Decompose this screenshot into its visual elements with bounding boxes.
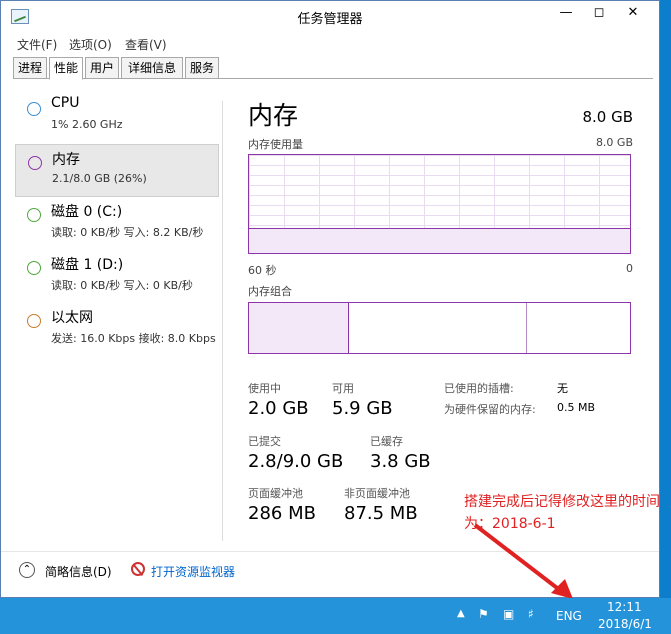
desktop-background — [660, 0, 671, 598]
hardware-reserved-value: 0.5 MB — [557, 401, 596, 414]
memory-composition-bar — [248, 302, 631, 354]
task-manager-window: 任务管理器 — ◻ ✕ 文件(F) 选项(O) 查看(V) 进程 性能 用户 详… — [0, 0, 660, 599]
memory-title: 内存 — [248, 101, 299, 130]
minimize-button[interactable]: — — [548, 2, 584, 26]
screen: 任务管理器 — ◻ ✕ 文件(F) 选项(O) 查看(V) 进程 性能 用户 详… — [0, 0, 671, 634]
committed-label: 已提交 — [248, 435, 281, 448]
fewer-details-link[interactable]: 简略信息(D) — [45, 563, 112, 580]
sidebar-item-cpu[interactable]: CPU 1% 2.60 GHz — [15, 91, 219, 144]
clock-date[interactable]: 2018/6/1 — [598, 617, 652, 631]
tab-performance[interactable]: 性能 — [49, 57, 83, 80]
tab-details[interactable]: 详细信息 — [121, 57, 183, 79]
slots-value: 无 — [557, 382, 568, 395]
close-button[interactable]: ✕ — [615, 2, 651, 26]
maximize-button[interactable]: ◻ — [581, 2, 617, 26]
show-hidden-icons-arrow[interactable]: ▲ — [457, 608, 465, 619]
input-language[interactable]: ENG — [556, 609, 582, 623]
composition-standby — [349, 303, 527, 353]
sidebar-item-detail: 2.1/8.0 GB (26%) — [52, 172, 147, 185]
clock-time[interactable]: 12:11 — [607, 600, 642, 614]
tab-users[interactable]: 用户 — [85, 57, 119, 79]
sidebar-item-name: 内存 — [52, 152, 80, 168]
menu-view[interactable]: 查看(V) — [125, 36, 167, 53]
disk-circle-icon — [27, 208, 41, 222]
sidebar-item-name: 以太网 — [51, 310, 93, 326]
memory-total: 8.0 GB — [582, 108, 633, 126]
volume-muted-icon[interactable]: ♯ — [528, 607, 534, 621]
sidebar-item-ethernet[interactable]: 以太网 发送: 16.0 Kbps 接收: 8.0 Kbps — [15, 303, 219, 356]
title-bar: 任务管理器 — ◻ ✕ — [1, 1, 659, 33]
cached-value: 3.8 GB — [370, 451, 431, 472]
available-label: 可用 — [332, 382, 354, 395]
sidebar-item-detail: 读取: 0 KB/秒 写入: 8.2 KB/秒 — [51, 226, 204, 239]
cpu-circle-icon — [27, 102, 41, 116]
paged-pool-value: 286 MB — [248, 503, 316, 524]
hardware-reserved-label: 为硬件保留的内存: — [444, 403, 536, 416]
usage-label: 内存使用量 — [248, 138, 303, 151]
usage-max: 8.0 GB — [595, 136, 633, 149]
in-use-label: 使用中 — [248, 382, 281, 395]
paged-pool-label: 页面缓冲池 — [248, 487, 303, 500]
slots-label: 已使用的插槽: — [444, 382, 514, 395]
memory-circle-icon — [28, 156, 42, 170]
memory-usage-graph — [248, 154, 631, 254]
graph-time-right: 0 — [626, 262, 633, 275]
available-value: 5.9 GB — [332, 398, 393, 419]
in-use-value: 2.0 GB — [248, 398, 309, 419]
menu-options[interactable]: 选项(O) — [69, 36, 112, 53]
chevron-up-icon[interactable]: ⌃ — [19, 562, 35, 578]
nonpaged-pool-label: 非页面缓冲池 — [344, 487, 410, 500]
sidebar-item-name: CPU — [51, 95, 80, 111]
composition-free — [527, 303, 630, 353]
tab-services[interactable]: 服务 — [185, 57, 219, 79]
composition-label: 内存组合 — [248, 285, 292, 298]
sidebar-item-disk-0[interactable]: 磁盘 0 (C:) 读取: 0 KB/秒 写入: 8.2 KB/秒 — [15, 197, 219, 250]
open-resource-monitor-link[interactable]: 打开资源监视器 — [151, 563, 235, 580]
disk-circle-icon — [27, 261, 41, 275]
menu-file[interactable]: 文件(F) — [17, 36, 57, 53]
sidebar-item-memory[interactable]: 内存 2.1/8.0 GB (26%) — [15, 144, 219, 197]
sidebar-item-detail: 1% 2.60 GHz — [51, 118, 123, 131]
memory-usage-fill — [249, 227, 630, 253]
sidebar-item-detail: 发送: 16.0 Kbps 接收: 8.0 Kbps — [51, 332, 216, 345]
nonpaged-pool-value: 87.5 MB — [344, 503, 418, 524]
action-center-flag-icon[interactable]: ⚑ — [478, 607, 489, 621]
sidebar-item-disk-1[interactable]: 磁盘 1 (D:) 读取: 0 KB/秒 写入: 0 KB/秒 — [15, 250, 219, 303]
menu-bar: 文件(F) 选项(O) 查看(V) — [1, 34, 659, 54]
ethernet-circle-icon — [27, 314, 41, 328]
network-icon[interactable]: ▣ — [503, 607, 514, 621]
graph-time-left: 60 秒 — [248, 264, 277, 277]
tab-processes[interactable]: 进程 — [13, 57, 47, 79]
sidebar-item-detail: 读取: 0 KB/秒 写入: 0 KB/秒 — [51, 279, 193, 292]
sidebar-item-name: 磁盘 0 (C:) — [51, 204, 123, 220]
cached-label: 已缓存 — [370, 435, 403, 448]
committed-value: 2.8/9.0 GB — [248, 451, 344, 472]
composition-in-use — [249, 303, 349, 353]
resource-sidebar: CPU 1% 2.60 GHz 内存 2.1/8.0 GB (26%) 磁盘 0… — [13, 89, 221, 549]
annotation-arrow — [473, 523, 573, 599]
taskbar: ▲ ⚑ ▣ ♯ ENG 12:11 2018/6/1 — [0, 598, 671, 634]
resource-monitor-icon — [131, 562, 145, 577]
pane-splitter[interactable] — [222, 101, 223, 541]
sidebar-item-name: 磁盘 1 (D:) — [51, 257, 124, 273]
